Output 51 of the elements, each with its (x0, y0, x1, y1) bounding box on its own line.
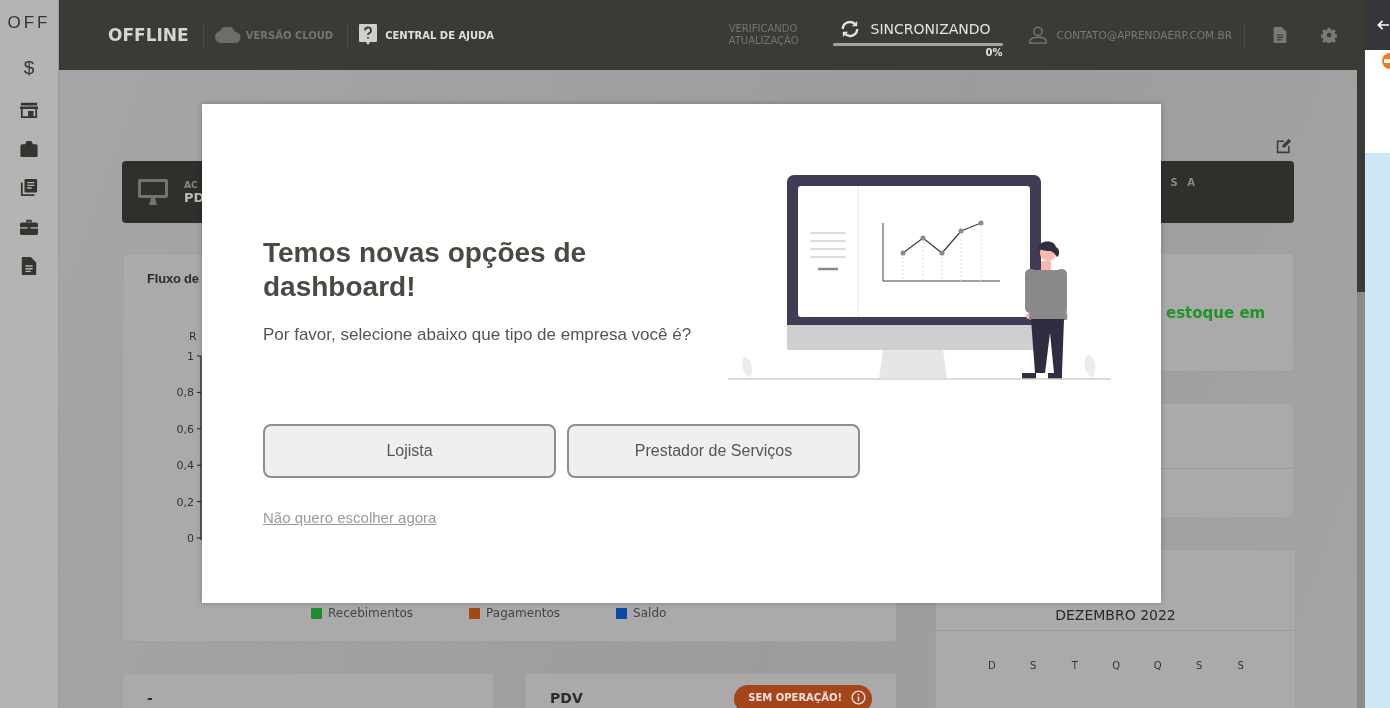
dialog-message: Por favor, selecione abaixo que tipo de empresa você é? (263, 325, 693, 345)
weekday-label: T (1070, 660, 1079, 671)
back-arrow-icon[interactable] (1377, 19, 1390, 31)
scrollbar-thumb[interactable] (1357, 0, 1365, 292)
axis-label: 0 (187, 532, 194, 545)
legend-label: Recebimentos (328, 606, 414, 620)
business-type-button[interactable]: Prestador de Serviços (567, 424, 860, 478)
card-title: Fluxo de (146, 270, 199, 286)
toolbox-icon[interactable] (20, 218, 38, 236)
axis-label: 1 (187, 350, 194, 363)
banner-label: AC (184, 179, 199, 190)
weekday-label: D (986, 660, 997, 671)
offline-status: OFFLINE (108, 25, 189, 45)
axis-label: 0,6 (176, 422, 194, 436)
calendar-month: DEZEMBRO 2022 (1055, 607, 1176, 623)
banner-label: S A (1170, 177, 1198, 188)
card-title: - (147, 690, 153, 706)
dialog-title: Temos novas opções de dashboard! (263, 236, 588, 304)
document-icon[interactable] (20, 257, 38, 275)
info-icon[interactable] (851, 690, 866, 705)
weekday-label: Q (1111, 660, 1122, 671)
monitor-icon (138, 179, 168, 205)
weekday-label: S (1195, 660, 1204, 671)
sync-percentage: 0% (985, 45, 1003, 59)
store-icon[interactable] (20, 101, 38, 119)
business-type-button[interactable]: Lojista (263, 424, 556, 478)
legend-label: Pagamentos (486, 606, 561, 620)
axis-unit: R (189, 330, 197, 343)
weekday-label: Q (1152, 660, 1163, 671)
axis-label: 0,4 (176, 459, 194, 473)
weekday-label: S (1236, 660, 1245, 671)
stock-alert-text: estoque em (1166, 304, 1266, 322)
card-title: PDV (550, 690, 583, 706)
legend-label: Saldo (633, 606, 667, 620)
finance-menu-item[interactable]: $ (23, 56, 35, 80)
cloud-icon (214, 27, 241, 43)
user-icon (1028, 26, 1047, 44)
edit-icon[interactable] (1276, 138, 1292, 154)
document-icon[interactable] (1273, 27, 1287, 43)
axis-label: 0,8 (176, 386, 194, 400)
app-logo: OFF (7, 12, 51, 34)
help-icon[interactable] (359, 24, 378, 46)
axis-label: 0,2 (176, 495, 194, 509)
briefcase-icon[interactable] (20, 140, 38, 158)
help-center-link[interactable]: CENTRAL DE AJUDA (385, 29, 495, 41)
weekday-label: S (1029, 660, 1038, 671)
sync-status: SINCRONIZANDO (870, 20, 991, 37)
documents-icon[interactable] (20, 179, 38, 197)
status-badge: SEM OPERAÇÃO! (734, 685, 872, 708)
update-status: VERIFICANDO ATUALIZAÇÃO (728, 23, 799, 47)
settings-icon[interactable] (1321, 27, 1337, 43)
